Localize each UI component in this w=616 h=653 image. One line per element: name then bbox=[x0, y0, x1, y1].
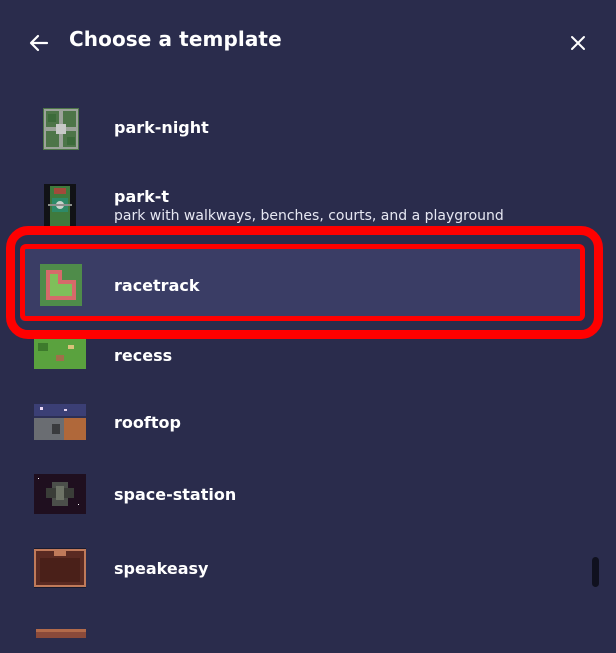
template-list: park-night park-t park with walkways, be… bbox=[0, 84, 616, 653]
template-item-recess[interactable]: recess bbox=[20, 339, 584, 369]
template-thumbnail bbox=[34, 404, 86, 440]
template-name: rooftop bbox=[114, 413, 181, 432]
template-thumbnail bbox=[34, 339, 86, 369]
template-picker-dialog: Choose a template park-night park-t park… bbox=[0, 0, 616, 653]
scrollbar-thumb[interactable] bbox=[592, 557, 599, 587]
template-item-racetrack[interactable]: racetrack bbox=[20, 249, 584, 321]
template-name: racetrack bbox=[114, 276, 200, 295]
arrow-left-icon[interactable] bbox=[27, 31, 51, 55]
template-name: park-night bbox=[114, 118, 209, 137]
template-thumbnail bbox=[40, 264, 82, 306]
template-description: park with walkways, benches, courts, and… bbox=[114, 208, 504, 224]
template-item-rooftop[interactable]: rooftop bbox=[20, 404, 584, 440]
template-item-partial[interactable] bbox=[20, 624, 584, 653]
dialog-title: Choose a template bbox=[69, 27, 282, 51]
template-thumbnail bbox=[43, 108, 79, 150]
template-item-space-station[interactable]: space-station bbox=[20, 474, 584, 514]
template-name: space-station bbox=[114, 485, 237, 504]
template-thumbnail bbox=[34, 548, 86, 588]
template-thumbnail bbox=[34, 474, 86, 514]
template-thumbnail bbox=[44, 184, 76, 230]
dialog-header: Choose a template bbox=[0, 0, 616, 84]
template-item-park-night[interactable]: park-night bbox=[20, 104, 584, 154]
template-name: park-t bbox=[114, 187, 170, 206]
template-name: speakeasy bbox=[114, 559, 209, 578]
close-icon[interactable] bbox=[568, 33, 588, 53]
template-thumbnail bbox=[36, 626, 86, 638]
template-name: recess bbox=[114, 346, 173, 365]
template-item-park-t[interactable]: park-t park with walkways, benches, cour… bbox=[20, 182, 584, 232]
template-item-speakeasy[interactable]: speakeasy bbox=[20, 548, 584, 588]
